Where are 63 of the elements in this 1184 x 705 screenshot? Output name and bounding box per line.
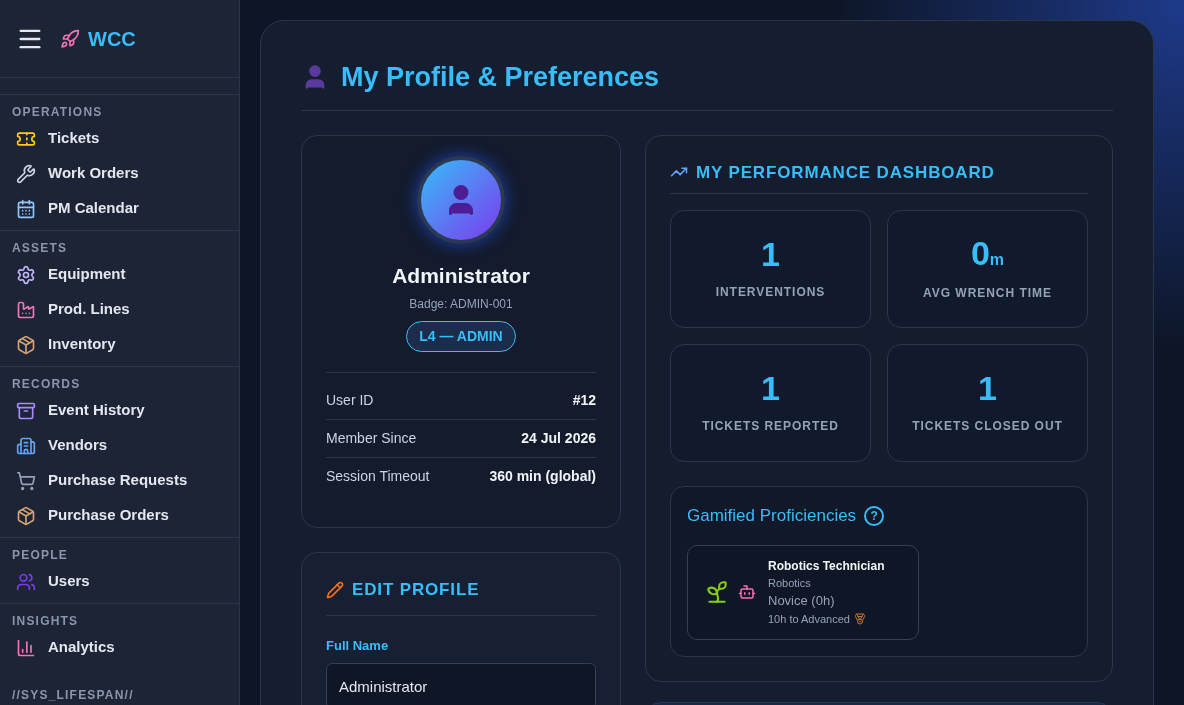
nav-item[interactable]: Tickets bbox=[0, 121, 239, 156]
pencil-icon bbox=[326, 580, 344, 599]
footer-label: //SYS_LIFESPAN// bbox=[11, 687, 135, 704]
section-heading: RECORDS bbox=[11, 376, 82, 393]
users-icon bbox=[16, 571, 36, 592]
input-field[interactable]: Administrator bbox=[326, 663, 596, 705]
stat-unit: m bbox=[989, 251, 1005, 270]
factory-icon bbox=[16, 299, 36, 320]
page-title: My Profile & Preferences bbox=[341, 61, 660, 94]
nav-item[interactable]: Prod. Lines bbox=[0, 292, 239, 327]
section-heading: INSIGHTS bbox=[11, 613, 80, 630]
nav-item[interactable]: Vendors bbox=[0, 428, 239, 463]
detail-value: #12 bbox=[572, 390, 596, 410]
section-title: EDIT PROFILE bbox=[352, 579, 480, 601]
badge-id: Badge: ADMIN-001 bbox=[409, 296, 513, 313]
detail-label: Session Timeout bbox=[326, 467, 430, 486]
proficiencies-title: Gamified Proficiencies bbox=[687, 505, 857, 527]
proficiency-level: Novice (0h) bbox=[768, 592, 836, 611]
nav-item[interactable]: Work Orders bbox=[0, 156, 239, 191]
calendar-icon bbox=[16, 198, 36, 219]
detail-value: 24 Jul 2026 bbox=[521, 429, 596, 448]
package-icon bbox=[16, 505, 36, 526]
stat-label: TICKETS REPORTED bbox=[702, 418, 839, 435]
stat-value: 1 bbox=[978, 371, 997, 405]
bar-chart-icon bbox=[16, 637, 36, 658]
proficiency-next: 10h to Advanced bbox=[768, 611, 850, 627]
detail-label: User ID bbox=[326, 390, 374, 410]
gear-icon bbox=[16, 264, 36, 285]
section-heading: ASSETS bbox=[11, 240, 69, 257]
nav-item[interactable]: Equipment bbox=[0, 257, 239, 292]
cart-icon bbox=[16, 470, 36, 491]
building-icon bbox=[16, 435, 36, 456]
sprout-icon bbox=[704, 579, 730, 605]
brand-name: WCC bbox=[88, 26, 136, 52]
wrench-icon bbox=[16, 163, 36, 184]
proficiency-category: Robotics bbox=[768, 575, 812, 591]
stat-value: 0 bbox=[970, 236, 990, 270]
medal-icon bbox=[853, 613, 866, 625]
nav-item[interactable]: Event History bbox=[0, 393, 239, 428]
robot-icon bbox=[738, 583, 756, 601]
stat-value: 1 bbox=[761, 237, 780, 271]
section-heading: PEOPLE bbox=[11, 547, 69, 564]
nav-item[interactable]: PM Calendar bbox=[0, 191, 239, 226]
stat-value: 1 bbox=[761, 371, 780, 405]
stat-label: INTERVENTIONS bbox=[715, 284, 826, 301]
rocket-icon bbox=[60, 28, 80, 49]
stat-label: AVG WRENCH TIME bbox=[923, 285, 1052, 302]
nav-item[interactable]: Users bbox=[0, 564, 239, 599]
stat-label: TICKETS CLOSED OUT bbox=[912, 418, 1063, 435]
field-label: Full Name bbox=[326, 636, 390, 655]
detail-value: 360 min (global) bbox=[489, 467, 596, 486]
package-icon bbox=[16, 334, 36, 355]
nav-item[interactable]: Purchase Orders bbox=[0, 498, 239, 533]
nav-item[interactable]: Purchase Requests bbox=[0, 463, 239, 498]
role-badge: L4 — ADMIN bbox=[406, 321, 516, 352]
section-heading: OPERATIONS bbox=[11, 104, 104, 121]
detail-label: Member Since bbox=[326, 429, 417, 448]
help-button[interactable]: ? bbox=[864, 505, 885, 526]
section-title: MY PERFORMANCE DASHBOARD bbox=[696, 161, 995, 184]
nav-item[interactable]: Inventory bbox=[0, 327, 239, 362]
nav-item[interactable]: Analytics bbox=[0, 630, 239, 665]
profile-name: Administrator bbox=[392, 262, 530, 289]
proficiency-name: Robotics Technician bbox=[768, 557, 885, 575]
